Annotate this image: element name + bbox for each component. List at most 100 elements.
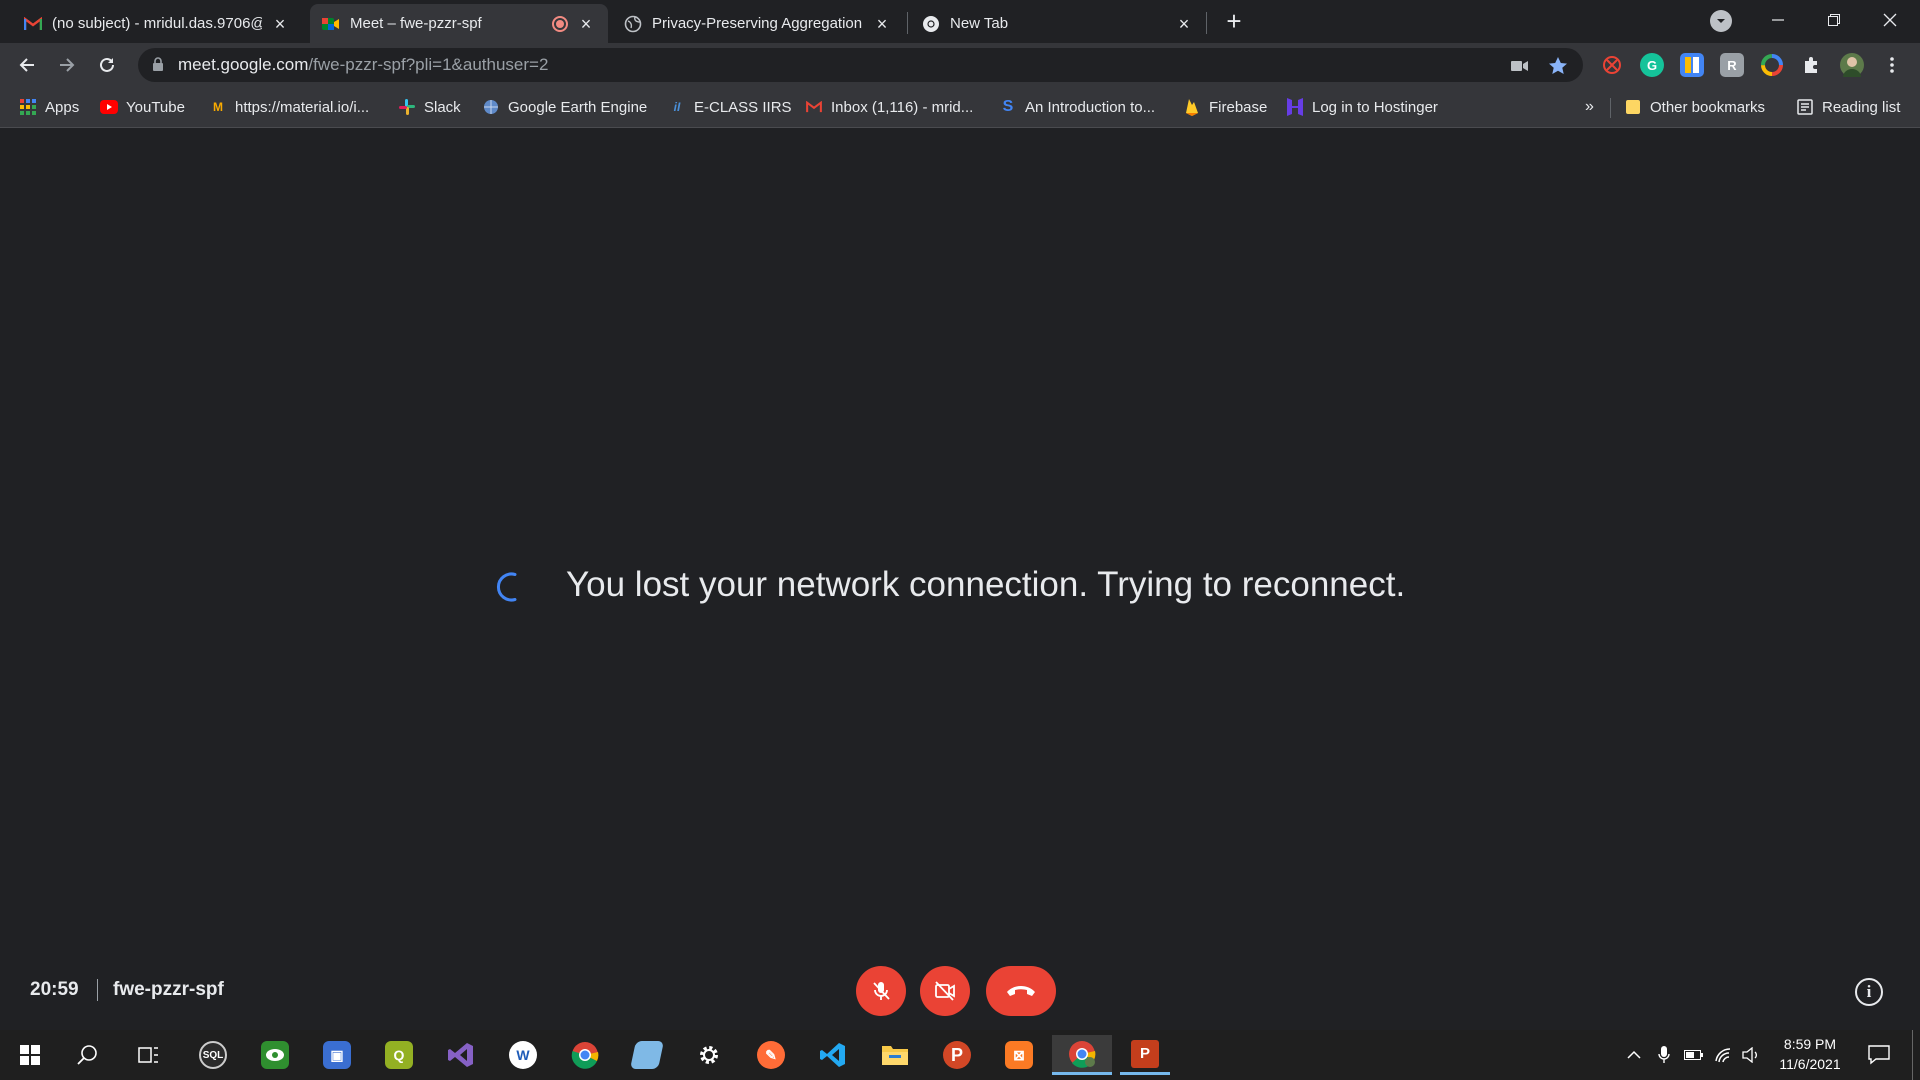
- meet-icon: [322, 15, 340, 33]
- postman-icon[interactable]: ✎: [746, 1035, 796, 1075]
- close-tab-icon[interactable]: ×: [1174, 14, 1194, 34]
- meeting-clock: 20:59: [30, 979, 79, 1000]
- system-clock-date[interactable]: 11/6/2021: [1770, 1056, 1850, 1072]
- powerpoint-open-icon[interactable]: P: [1120, 1035, 1170, 1075]
- leave-call-button[interactable]: [986, 966, 1056, 1016]
- bookmark-label: https://material.io/i...: [235, 98, 370, 116]
- loading-spinner-icon: [497, 572, 517, 602]
- extension-notes-icon[interactable]: [1680, 53, 1704, 77]
- network-manager-icon[interactable]: ▣: [312, 1035, 362, 1075]
- bookmark-earth-engine[interactable]: Google Earth Engine: [482, 96, 647, 118]
- bookmark-slack[interactable]: Slack: [398, 96, 461, 118]
- file-explorer-icon[interactable]: [870, 1035, 920, 1075]
- restore-icon[interactable]: [1806, 0, 1862, 40]
- settings-gear-icon[interactable]: [684, 1035, 734, 1075]
- meeting-details-info-icon[interactable]: i: [1855, 978, 1883, 1006]
- gmail-icon: [805, 98, 823, 116]
- bookmark-label: Reading list: [1822, 98, 1901, 116]
- hang-up-icon: [1007, 986, 1035, 996]
- lock-icon[interactable]: [152, 57, 164, 77]
- meet-control-bar: 20:59 fwe-pzzr-spf i: [0, 949, 1920, 1029]
- xampp-icon[interactable]: ⊠: [994, 1035, 1044, 1075]
- wifi-icon[interactable]: [1713, 1044, 1735, 1066]
- new-tab-button[interactable]: +: [1220, 8, 1248, 36]
- bookmarks-overflow-icon[interactable]: »: [1585, 96, 1594, 118]
- notepad-icon[interactable]: [622, 1035, 672, 1075]
- firebase-icon: [1183, 98, 1201, 116]
- address-bar[interactable]: meet.google.com/fwe-pzzr-spf?pli=1&authu…: [138, 48, 1583, 82]
- tab-meet[interactable]: Meet – fwe-pzzr-spf ×: [310, 4, 608, 43]
- show-hidden-icons-chevron-icon[interactable]: [1623, 1044, 1645, 1066]
- close-tab-icon[interactable]: ×: [872, 14, 892, 34]
- tab-privacy[interactable]: Privacy-Preserving Aggregation f ×: [612, 4, 904, 43]
- close-tab-icon[interactable]: ×: [270, 14, 290, 34]
- url-host: meet.google.com: [178, 55, 309, 74]
- bookmark-label: YouTube: [126, 98, 185, 116]
- bookmark-eclass[interactable]: iI E-CLASS IIRS: [668, 96, 792, 118]
- bookmark-youtube[interactable]: YouTube: [100, 96, 185, 118]
- bookmark-material[interactable]: M https://material.io/i...: [209, 96, 369, 118]
- apps-grid-icon: [19, 98, 37, 116]
- reconnect-message: You lost your network connection. Trying…: [566, 565, 1406, 604]
- windows-taskbar: SQL ▣ Q W ✎ P ⊠ P 8:59 PM 11/6/2021: [0, 1030, 1920, 1080]
- forward-arrow-icon[interactable]: [53, 51, 81, 79]
- other-bookmarks-folder[interactable]: Other bookmarks: [1624, 96, 1765, 118]
- bookmark-inbox[interactable]: Inbox (1,116) - mrid...: [805, 96, 973, 118]
- slack-icon: [398, 98, 416, 116]
- bookmark-label: Other bookmarks: [1650, 98, 1766, 116]
- tab-new-tab[interactable]: New Tab ×: [910, 4, 1206, 43]
- close-window-icon[interactable]: [1862, 0, 1918, 40]
- microphone-toggle-button[interactable]: [856, 966, 906, 1016]
- bookmark-introduction[interactable]: S An Introduction to...: [999, 96, 1155, 118]
- bookmark-hostinger[interactable]: Log in to Hostinger: [1286, 96, 1438, 118]
- reload-icon[interactable]: [93, 51, 121, 79]
- windows-start-icon[interactable]: [5, 1035, 55, 1075]
- tab-gmail[interactable]: (no subject) - mridul.das.9706@g ×: [12, 4, 302, 43]
- word-app-icon[interactable]: W: [498, 1035, 548, 1075]
- qgis-icon[interactable]: Q: [374, 1035, 424, 1075]
- chrome-menu-icon[interactable]: [1880, 53, 1904, 77]
- bookmark-label: Inbox (1,116) - mrid...: [831, 98, 974, 116]
- vscode-icon[interactable]: [808, 1035, 858, 1075]
- visual-studio-icon[interactable]: [436, 1035, 486, 1075]
- url-text[interactable]: meet.google.com/fwe-pzzr-spf?pli=1&authu…: [178, 55, 548, 75]
- bookmark-label: Firebase: [1209, 98, 1268, 116]
- tab-search-icon[interactable]: [1710, 10, 1732, 32]
- task-view-icon[interactable]: [124, 1035, 174, 1075]
- bookmark-apps[interactable]: Apps: [19, 96, 79, 118]
- gmail-icon: [24, 15, 42, 33]
- close-tab-icon[interactable]: ×: [576, 14, 596, 34]
- extension-r-icon[interactable]: R: [1720, 53, 1744, 77]
- chrome-meet-taskbar-icon[interactable]: [1052, 1035, 1112, 1075]
- grammarly-icon[interactable]: G: [1640, 53, 1664, 77]
- globe-icon: [624, 15, 642, 33]
- search-icon[interactable]: [63, 1035, 113, 1075]
- color-picker-icon[interactable]: [1760, 53, 1784, 77]
- profile-avatar[interactable]: [1840, 53, 1864, 77]
- microphone-tray-icon[interactable]: [1653, 1044, 1675, 1066]
- bookmark-firebase[interactable]: Firebase: [1183, 96, 1267, 118]
- bookmark-star-icon[interactable]: [1548, 56, 1568, 76]
- extensions-puzzle-icon[interactable]: [1800, 53, 1824, 77]
- volume-icon[interactable]: [1741, 1044, 1763, 1066]
- chrome-taskbar-icon[interactable]: [560, 1035, 610, 1075]
- tab-divider: [907, 12, 908, 34]
- notifications-icon[interactable]: [1868, 1044, 1890, 1066]
- extension-blocker-icon[interactable]: [1600, 53, 1624, 77]
- sql-server-icon[interactable]: SQL: [188, 1035, 238, 1075]
- reconnect-banner: You lost your network connection. Trying…: [0, 559, 1920, 609]
- tab-title: Privacy-Preserving Aggregation f: [652, 15, 864, 32]
- recording-icon: [552, 15, 568, 32]
- powerpoint-icon[interactable]: P: [932, 1035, 982, 1075]
- reading-list-button[interactable]: Reading list: [1796, 96, 1900, 118]
- back-arrow-icon[interactable]: [13, 51, 41, 79]
- show-desktop-strip[interactable]: [1912, 1030, 1913, 1080]
- bookmark-label: Slack: [424, 98, 461, 116]
- system-clock-time[interactable]: 8:59 PM: [1770, 1036, 1850, 1052]
- browser-toolbar: meet.google.com/fwe-pzzr-spf?pli=1&authu…: [0, 43, 1920, 86]
- eye-app-icon[interactable]: [250, 1035, 300, 1075]
- camera-toggle-button[interactable]: [920, 966, 970, 1016]
- minimize-icon[interactable]: [1750, 0, 1806, 40]
- battery-icon[interactable]: [1683, 1044, 1705, 1066]
- camera-in-use-icon[interactable]: [1510, 56, 1530, 76]
